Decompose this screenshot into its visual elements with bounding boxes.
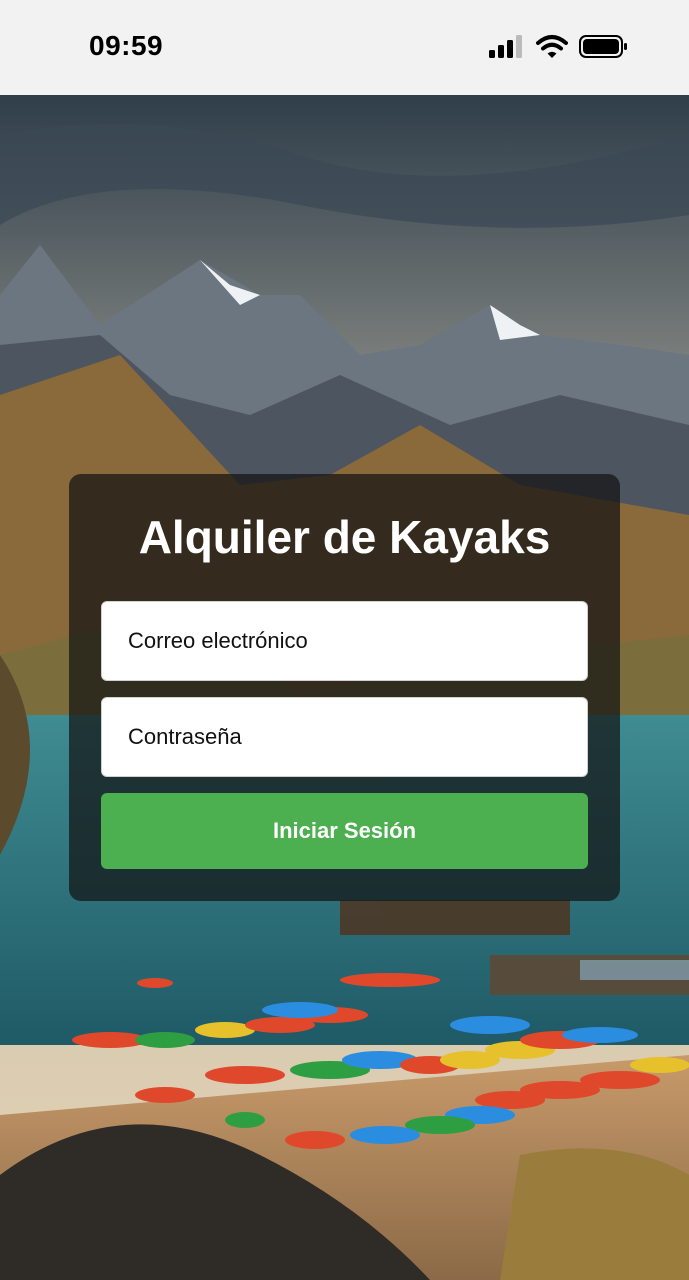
password-field[interactable] [101, 697, 588, 777]
battery-icon [579, 35, 627, 58]
wifi-icon [536, 35, 568, 58]
status-icons [489, 33, 629, 61]
status-bar: 09:59 [0, 0, 689, 95]
status-time: 09:59 [89, 30, 164, 61]
signal-icon [489, 35, 522, 58]
login-title: Alquiler de Kayaks [138, 511, 551, 563]
login-button[interactable]: Iniciar Sesión [101, 793, 588, 869]
login-card: Alquiler de Kayaks Iniciar Sesión [69, 474, 620, 901]
email-field[interactable] [101, 601, 588, 681]
